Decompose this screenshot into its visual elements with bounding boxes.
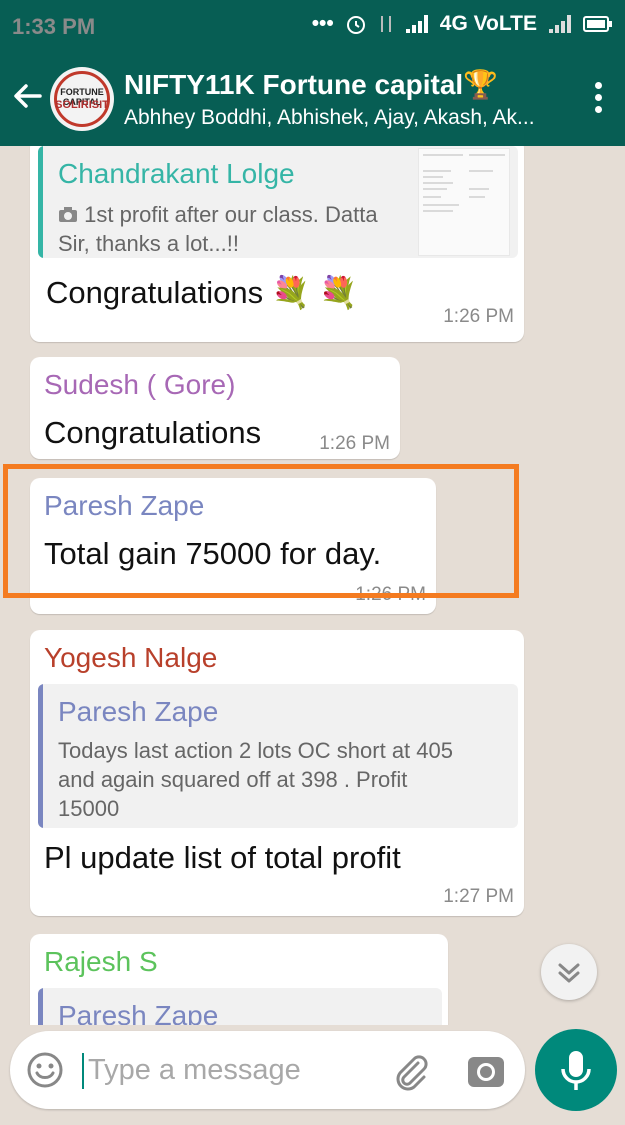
quoted-message[interactable]: Paresh Zape <box>38 988 442 1025</box>
participants-list[interactable]: Abhhey Boddhi, Abhishek, Ajay, Akash, Ak… <box>124 106 554 130</box>
composer-bar: Type a message <box>0 1025 625 1125</box>
emoji-icon[interactable] <box>26 1051 64 1089</box>
mic-button[interactable] <box>535 1029 617 1111</box>
sender-name[interactable]: Yogesh Nalge <box>44 642 217 674</box>
quote-bar <box>38 684 43 828</box>
quote-bar <box>38 146 43 258</box>
avatar-text-main: SOLIRISIT <box>55 99 109 111</box>
chat-header: FORTUNE CAPITAL SOLIRISIT NIFTY11K Fortu… <box>0 54 625 146</box>
alarm-icon <box>346 16 365 34</box>
camera-icon[interactable] <box>466 1051 506 1091</box>
quoted-text-line: and again squared off at 398 . Profit <box>58 767 408 792</box>
quoted-message[interactable]: Chandrakant Lolge 1st profit after our c… <box>38 146 518 258</box>
status-bar: 1:33 PM ••• 4G VoLTE <box>0 0 625 54</box>
quoted-sender: Paresh Zape <box>58 696 219 727</box>
message-time: 1:27 PM <box>443 886 514 907</box>
network-label: 4G VoLTE <box>439 12 537 35</box>
message-bubble[interactable]: Rajesh S Paresh Zape <box>30 934 448 1025</box>
quoted-image-thumbnail[interactable] <box>418 148 510 256</box>
message-list[interactable]: Chandrakant Lolge 1st profit after our c… <box>0 146 625 1025</box>
quote-bar <box>38 988 43 1025</box>
double-chevron-down-icon <box>558 963 580 983</box>
microphone-icon <box>561 1051 591 1090</box>
message-text: Congratulations <box>44 415 262 450</box>
quoted-sender: Chandrakant Lolge <box>58 158 295 189</box>
text-cursor <box>82 1053 84 1089</box>
data-arrows-icon <box>380 16 391 32</box>
quoted-text: 1st profit after our class. Datta Sir, t… <box>58 200 408 258</box>
screenshot-thumbnail-icon <box>423 154 505 212</box>
message-bubble[interactable]: Chandrakant Lolge 1st profit after our c… <box>30 146 524 342</box>
dots-icon: ••• <box>311 12 334 35</box>
signal-icon <box>405 15 428 33</box>
highlight-box <box>3 464 519 598</box>
message-time: 1:26 PM <box>443 306 514 327</box>
message-bubble[interactable]: Sudesh ( Gore) Congratulations 1:26 PM <box>30 357 400 459</box>
battery-icon <box>583 16 612 32</box>
quoted-sender: Paresh Zape <box>58 1000 219 1025</box>
status-icons: ••• 4G VoLTE <box>312 12 613 36</box>
sender-name[interactable]: Sudesh ( Gore) <box>44 369 235 401</box>
quoted-message[interactable]: Paresh Zape Todays last action 2 lots OC… <box>38 684 518 828</box>
back-arrow-icon[interactable] <box>12 80 44 112</box>
message-text: Pl update list of total profit <box>44 840 401 875</box>
quoted-text-line: Todays last action 2 lots OC short at 40… <box>58 738 453 763</box>
camera-small-icon <box>59 207 77 222</box>
quoted-text-content: 1st profit after our class. Datta Sir, t… <box>58 202 378 256</box>
overflow-menu-icon[interactable] <box>593 82 603 116</box>
status-time: 1:33 PM <box>12 14 96 39</box>
message-time: 1:26 PM <box>319 433 390 454</box>
message-input-container[interactable]: Type a message <box>10 1031 525 1109</box>
message-input[interactable]: Type a message <box>88 1054 301 1087</box>
quoted-text-line: 15000 <box>58 796 120 821</box>
group-name[interactable]: NIFTY11K Fortune capital🏆 <box>124 68 498 101</box>
attach-icon[interactable] <box>390 1051 430 1091</box>
scroll-to-bottom-button[interactable] <box>541 944 597 1000</box>
message-bubble[interactable]: Yogesh Nalge Paresh Zape Todays last act… <box>30 630 524 916</box>
signal-icon-2 <box>549 15 571 33</box>
sender-name[interactable]: Rajesh S <box>44 946 158 978</box>
message-text: Congratulations 💐 💐 <box>46 275 358 310</box>
group-avatar[interactable]: FORTUNE CAPITAL SOLIRISIT <box>50 67 114 131</box>
